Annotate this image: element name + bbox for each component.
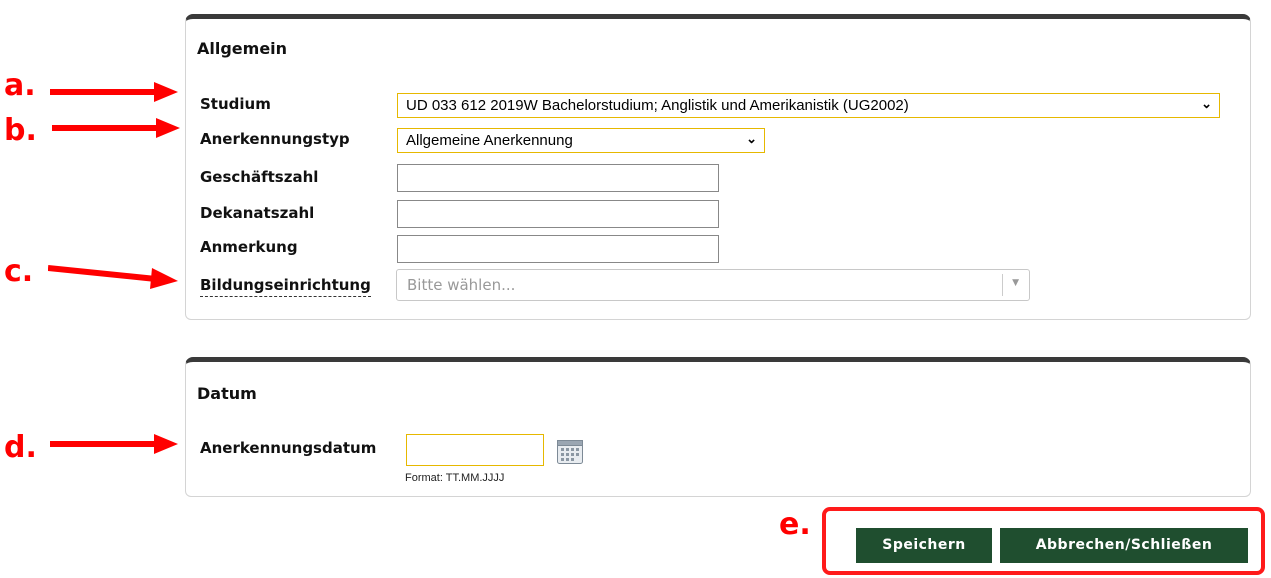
- dropdown-triangle-icon: ▼: [1012, 278, 1019, 288]
- calendar-icon[interactable]: [557, 440, 583, 464]
- studium-select[interactable]: UD 033 612 2019W Bachelorstudium; Anglis…: [397, 93, 1220, 118]
- anerkennungsdatum-input[interactable]: [406, 434, 544, 466]
- chevron-down-icon: ⌄: [746, 131, 757, 146]
- panel-date-title: Datum: [197, 384, 257, 403]
- dekanatszahl-input[interactable]: [397, 200, 719, 228]
- dekanatszahl-label: Dekanatszahl: [200, 204, 315, 222]
- bildungseinrichtung-placeholder: Bitte wählen...: [407, 276, 516, 294]
- studium-select-value: UD 033 612 2019W Bachelorstudium; Anglis…: [406, 97, 909, 114]
- panel-general-title: Allgemein: [197, 39, 288, 58]
- anerkennungstyp-select-value: Allgemeine Anerkennung: [406, 132, 573, 149]
- anmerkung-label: Anmerkung: [200, 238, 298, 256]
- cancel-close-button[interactable]: Abbrechen/Schließen: [1000, 528, 1248, 563]
- annotation-a: a.: [4, 68, 36, 103]
- panel-date: Datum Anerkennungsdatum Format: TT.MM.JJ…: [185, 357, 1251, 497]
- panel-general: Allgemein Studium UD 033 612 2019W Bache…: [185, 14, 1251, 320]
- save-button[interactable]: Speichern: [856, 528, 992, 563]
- arrow-b-icon: [52, 118, 180, 138]
- anerkennungstyp-select[interactable]: Allgemeine Anerkennung ⌄: [397, 128, 765, 153]
- annotation-c: c.: [4, 254, 34, 289]
- anerkennungsdatum-label: Anerkennungsdatum: [200, 439, 377, 457]
- bildungseinrichtung-label: Bildungseinrichtung: [200, 276, 371, 297]
- studium-label: Studium: [200, 95, 271, 113]
- bildungseinrichtung-combobox[interactable]: Bitte wählen... ▼: [396, 269, 1030, 301]
- annotation-e: e.: [779, 507, 811, 542]
- date-format-hint: Format: TT.MM.JJJJ: [405, 472, 505, 484]
- arrow-c-icon: [48, 265, 178, 289]
- annotation-d: d.: [4, 430, 37, 465]
- chevron-down-icon: ⌄: [1201, 96, 1212, 111]
- arrow-d-icon: [50, 434, 178, 454]
- anerkennungstyp-label: Anerkennungstyp: [200, 130, 350, 148]
- annotation-b: b.: [4, 113, 37, 148]
- arrow-a-icon: [50, 82, 178, 102]
- geschaeftszahl-input[interactable]: [397, 164, 719, 192]
- geschaeftszahl-label: Geschäftszahl: [200, 168, 319, 186]
- anmerkung-input[interactable]: [397, 235, 719, 263]
